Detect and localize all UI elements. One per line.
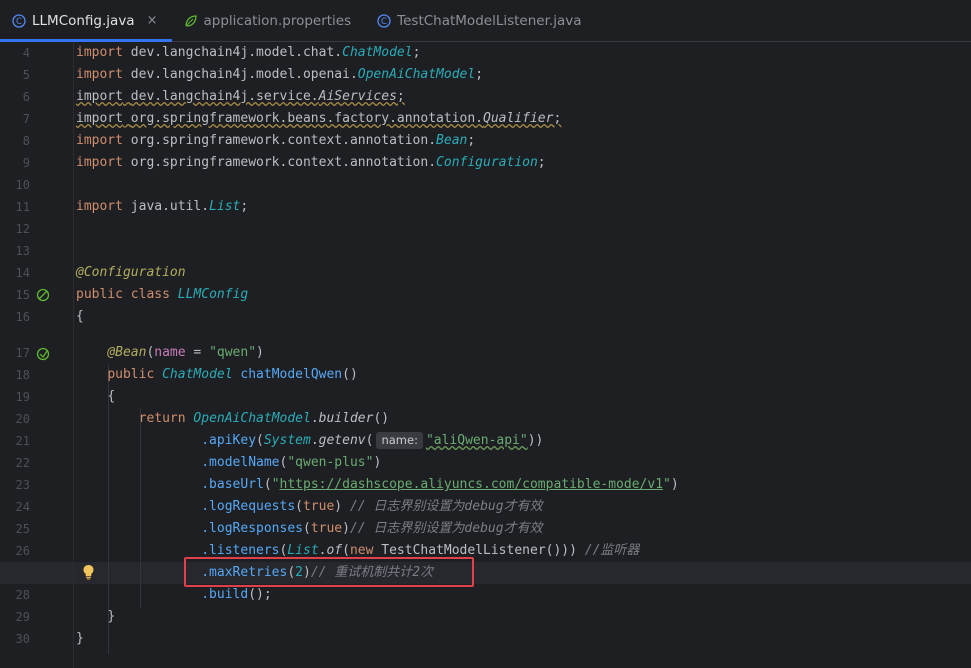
line-number: 12	[15, 222, 30, 236]
spring-bean-method-gutter-icon[interactable]	[36, 346, 50, 365]
line-number: 23	[15, 478, 30, 492]
spring-bean-gutter-icon[interactable]	[36, 287, 50, 306]
code-line: }	[107, 609, 116, 624]
code-line-unused-import: import dev.langchain4j.service.AiService…	[76, 89, 405, 104]
code-line: {	[76, 309, 84, 324]
code-line: .modelName("qwen-plus")	[201, 455, 382, 470]
code-line: return OpenAiChatModel.builder()	[138, 411, 390, 426]
line-number: 20	[15, 412, 30, 426]
code-line-unused-import: import org.springframework.beans.factory…	[76, 111, 562, 126]
line-number: 9	[22, 156, 30, 170]
code-line: @Configuration	[76, 265, 186, 280]
line-number: 26	[15, 544, 30, 558]
line-number: 21	[15, 434, 30, 448]
line-number: 16	[15, 310, 30, 324]
line-number: 13	[15, 244, 30, 258]
lightbulb-icon[interactable]	[82, 564, 95, 584]
line-number: 25	[15, 522, 30, 536]
line-number: 28	[15, 588, 30, 602]
line-number: 7	[22, 112, 30, 126]
close-tab-icon[interactable]: ×	[147, 13, 158, 28]
svg-text:C: C	[381, 17, 387, 27]
line-number: 18	[15, 368, 30, 382]
line-number: 29	[15, 610, 30, 624]
line-number: 6	[22, 90, 30, 104]
code-line: .logRequests(true) // 日志界别设置为debug才有效	[201, 499, 543, 514]
code-line: public class LLMConfig	[76, 287, 249, 302]
tab-label: TestChatModelListener.java	[397, 12, 582, 29]
code-line: {	[107, 389, 116, 404]
code-line: public ChatModel chatModelQwen()	[107, 367, 358, 382]
line-number: 17	[15, 346, 30, 360]
code-line: }	[76, 631, 84, 646]
code-line: .baseUrl("https://dashscope.aliyuncs.com…	[201, 477, 679, 492]
line-number: 15	[15, 288, 30, 302]
code-line: import dev.langchain4j.model.chat.ChatMo…	[76, 45, 421, 60]
url-link[interactable]: https://dashscope.aliyuncs.com/compatibl…	[280, 477, 664, 492]
java-class-icon: C	[377, 13, 391, 28]
code-line: import org.springframework.context.annot…	[76, 133, 476, 148]
line-number: 22	[15, 456, 30, 470]
line-number: 24	[15, 500, 30, 514]
tab-llmconfig-java[interactable]: C LLMConfig.java ×	[0, 0, 172, 42]
code-line: .logResponses(true)// 日志界别设置为debug才有效	[201, 521, 543, 536]
line-number: 30	[15, 632, 30, 646]
line-number: 14	[15, 266, 30, 280]
line-number: 11	[15, 200, 30, 214]
java-class-icon: C	[12, 13, 26, 28]
code-line: import java.util.List;	[76, 199, 249, 214]
svg-text:C: C	[16, 17, 22, 27]
tab-application-properties[interactable]: application.properties	[172, 0, 366, 41]
code-line: .build();	[201, 587, 272, 602]
editor-tab-bar: C LLMConfig.java × application.propertie…	[0, 0, 971, 42]
tab-label: LLMConfig.java	[32, 12, 135, 29]
tab-testchatmodellistener-java[interactable]: C TestChatModelListener.java	[365, 0, 595, 41]
spring-properties-icon	[184, 14, 198, 28]
line-number: 5	[22, 68, 30, 82]
code-line: .apiKey(System.getenv(name: "aliQwen-api"…	[201, 432, 544, 449]
code-line: @Bean(name = "qwen")	[107, 345, 264, 360]
code-line: import dev.langchain4j.model.openai.Open…	[76, 67, 484, 82]
line-number: 19	[15, 390, 30, 404]
highlight-annotation-box	[184, 557, 474, 587]
line-number: 10	[15, 178, 30, 192]
tab-label: application.properties	[203, 12, 352, 29]
line-number: 8	[22, 134, 30, 148]
parameter-hint: name:	[376, 432, 423, 449]
code-line: import org.springframework.context.annot…	[76, 155, 546, 170]
line-number: 4	[22, 46, 30, 60]
